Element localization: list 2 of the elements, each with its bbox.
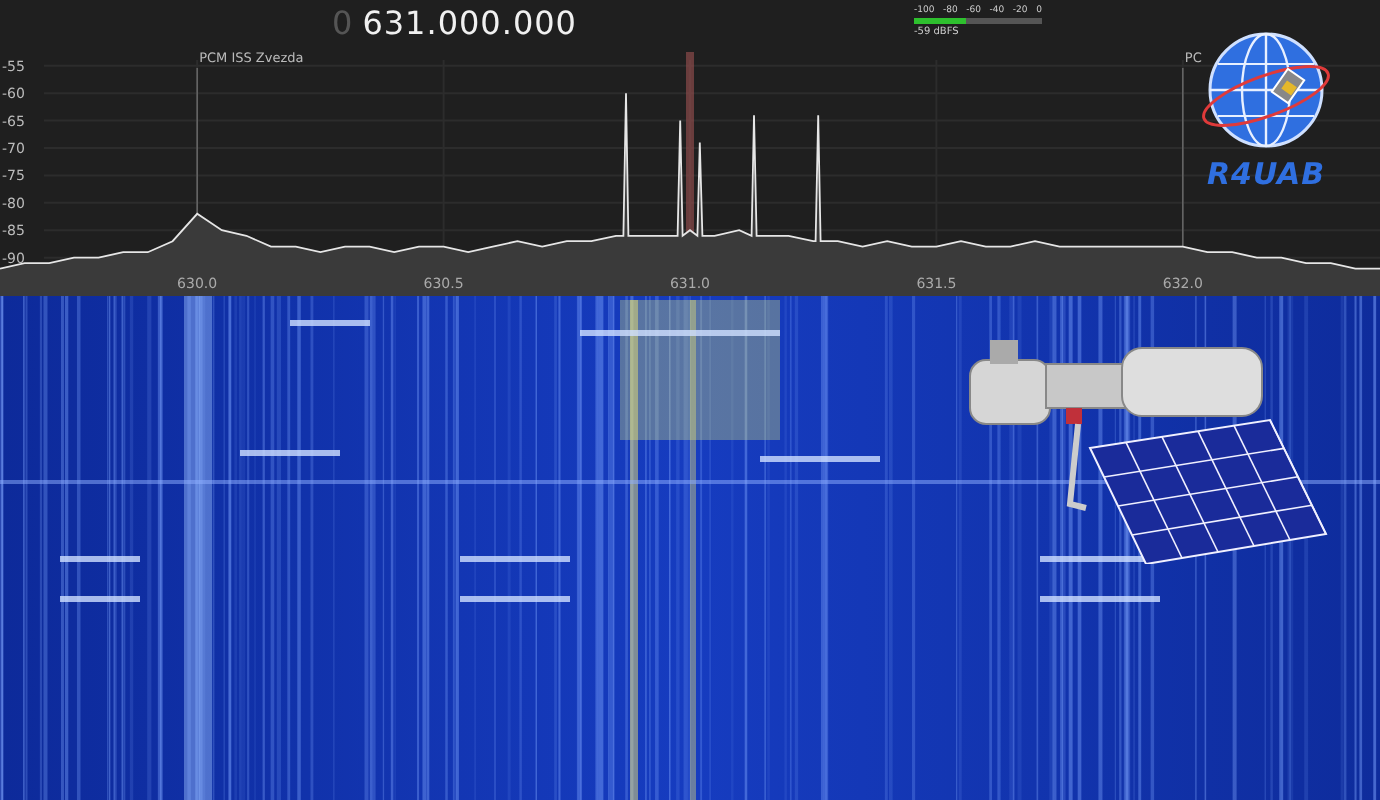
frequency-display: 631.000.000 [362,4,577,42]
logo-text: R4UAB [1206,156,1326,192]
